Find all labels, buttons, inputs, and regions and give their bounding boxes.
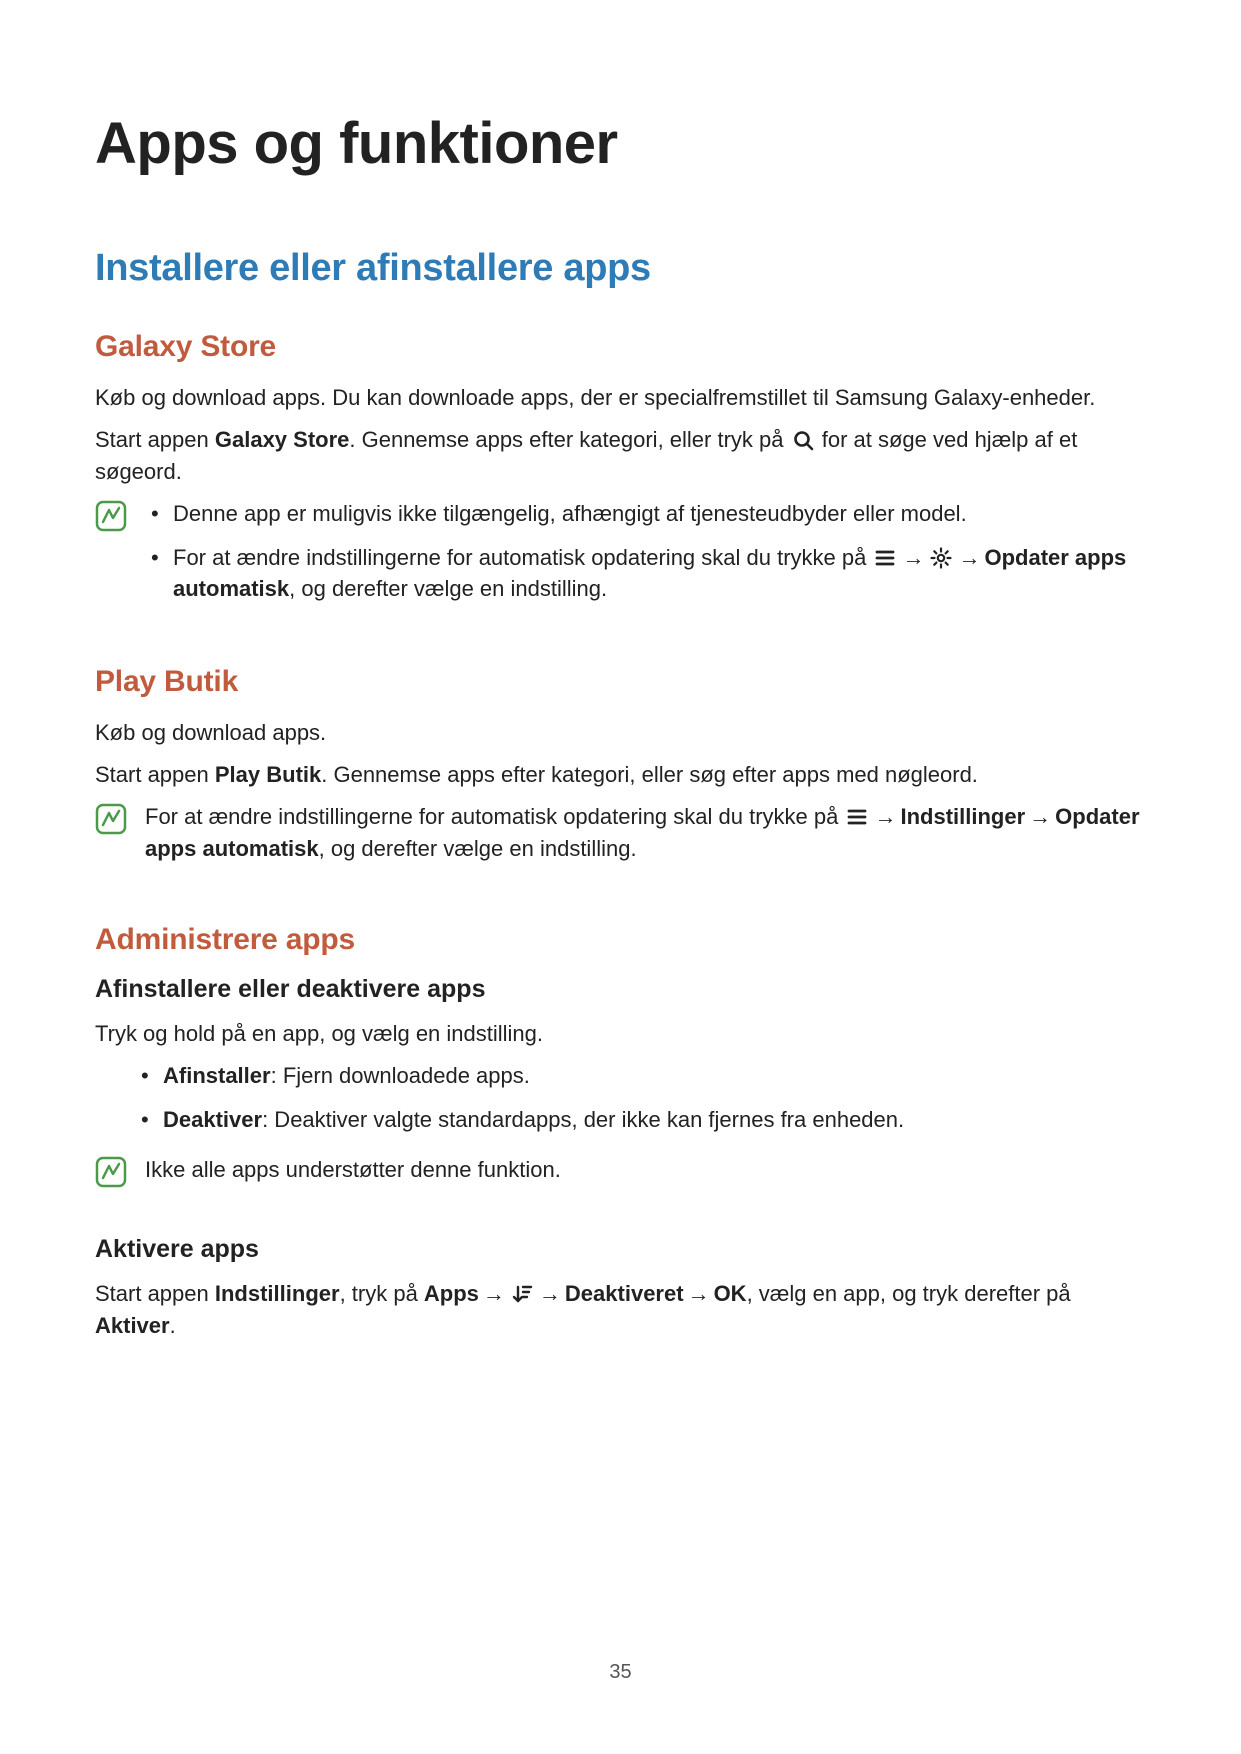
note-galaxy: Denne app er muligvis ikke tilgængelig, … (95, 498, 1146, 618)
heading-manage-apps: Administrere apps (95, 923, 1146, 957)
page-number: 35 (0, 1661, 1241, 1684)
arrow: → (483, 1278, 505, 1310)
arrow: → (539, 1278, 561, 1310)
text: . Gennemse apps efter kategori, eller sø… (321, 762, 978, 787)
gear-icon (930, 546, 952, 568)
text: For at ændre indstillingerne for automat… (173, 545, 872, 570)
section-manage-apps: Administrere apps Afinstallere eller dea… (95, 923, 1146, 1342)
section-galaxy-store: Galaxy Store Køb og download apps. Du ka… (95, 330, 1146, 617)
page-container: Apps og funktioner Installere eller afin… (0, 0, 1241, 1754)
text: Start appen (95, 1281, 215, 1306)
arrow: → (874, 801, 896, 833)
menu-label-settings: Indstillinger (900, 804, 1025, 829)
menu-icon (846, 805, 868, 827)
text: : Fjern downloadede apps. (271, 1063, 530, 1088)
text: . (170, 1313, 176, 1338)
note-item-autoupdate: For at ændre indstillingerne for automat… (145, 542, 1146, 606)
menu-label-apps: Apps (424, 1281, 479, 1306)
subsection-activate: Aktivere apps Start appen Indstillinger,… (95, 1235, 1146, 1342)
app-name-settings: Indstillinger (215, 1281, 340, 1306)
text: , tryk på (340, 1281, 424, 1306)
arrow: → (902, 542, 924, 574)
text: , og derefter vælge en indstilling. (289, 576, 607, 601)
page-title: Apps og funktioner (95, 110, 1146, 177)
section-play-store: Play Butik Køb og download apps. Start a… (95, 665, 1146, 875)
menu-label-ok: OK (714, 1281, 747, 1306)
text: . Gennemse apps efter kategori, eller tr… (349, 427, 789, 452)
note-uninstall: Ikke alle apps understøtter denne funkti… (95, 1154, 1146, 1196)
text-galaxy-instr: Start appen Galaxy Store. Gennemse apps … (95, 424, 1146, 488)
note-icon (95, 803, 127, 835)
arrow: → (688, 1278, 710, 1310)
text-galaxy-desc: Køb og download apps. Du kan downloade a… (95, 382, 1146, 414)
text: For at ændre indstillingerne for automat… (145, 804, 844, 829)
text: , vælg en app, og tryk derefter på (747, 1281, 1071, 1306)
app-name-play-store: Play Butik (215, 762, 321, 787)
heading-play-store: Play Butik (95, 665, 1146, 699)
text: Start appen (95, 762, 215, 787)
arrow: → (958, 542, 980, 574)
note-body: For at ændre indstillingerne for automat… (145, 801, 1146, 875)
label-uninstall: Afinstaller (163, 1063, 271, 1088)
text-activate-instr: Start appen Indstillinger, tryk på Apps … (95, 1278, 1146, 1342)
heading-activate: Aktivere apps (95, 1235, 1146, 1264)
menu-label-deactivated: Deaktiveret (565, 1281, 684, 1306)
option-disable: Deaktiver: Deaktiver valgte standardapps… (135, 1104, 1146, 1136)
note-icon (95, 500, 127, 532)
heading-galaxy-store: Galaxy Store (95, 330, 1146, 364)
subsection-uninstall: Afinstallere eller deaktivere apps Tryk … (95, 975, 1146, 1196)
arrow: → (1029, 801, 1051, 833)
filter-icon (511, 1282, 533, 1304)
section-heading-install: Installere eller afinstallere apps (95, 247, 1146, 290)
text: , og derefter vælge en indstilling. (319, 836, 637, 861)
note-text-play-autoupdate: For at ændre indstillingerne for automat… (145, 801, 1146, 865)
text-uninstall-instr: Tryk og hold på en app, og vælg en indst… (95, 1018, 1146, 1050)
text-play-desc: Køb og download apps. (95, 717, 1146, 749)
text-play-instr: Start appen Play Butik. Gennemse apps ef… (95, 759, 1146, 791)
option-uninstall: Afinstaller: Fjern downloadede apps. (135, 1060, 1146, 1092)
app-name-galaxy-store: Galaxy Store (215, 427, 350, 452)
note-text-support: Ikke alle apps understøtter denne funkti… (145, 1154, 1146, 1186)
note-icon (95, 1156, 127, 1188)
note-body: Ikke alle apps understøtter denne funkti… (145, 1154, 1146, 1196)
heading-uninstall: Afinstallere eller deaktivere apps (95, 975, 1146, 1004)
text: : Deaktiver valgte standardapps, der ikk… (262, 1107, 904, 1132)
note-item-availability: Denne app er muligvis ikke tilgængelig, … (145, 498, 1146, 530)
menu-icon (874, 546, 896, 568)
text: Start appen (95, 427, 215, 452)
note-play: For at ændre indstillingerne for automat… (95, 801, 1146, 875)
menu-label-activate: Aktiver (95, 1313, 170, 1338)
note-body: Denne app er muligvis ikke tilgængelig, … (145, 498, 1146, 618)
label-disable: Deaktiver (163, 1107, 262, 1132)
search-icon (792, 428, 814, 450)
